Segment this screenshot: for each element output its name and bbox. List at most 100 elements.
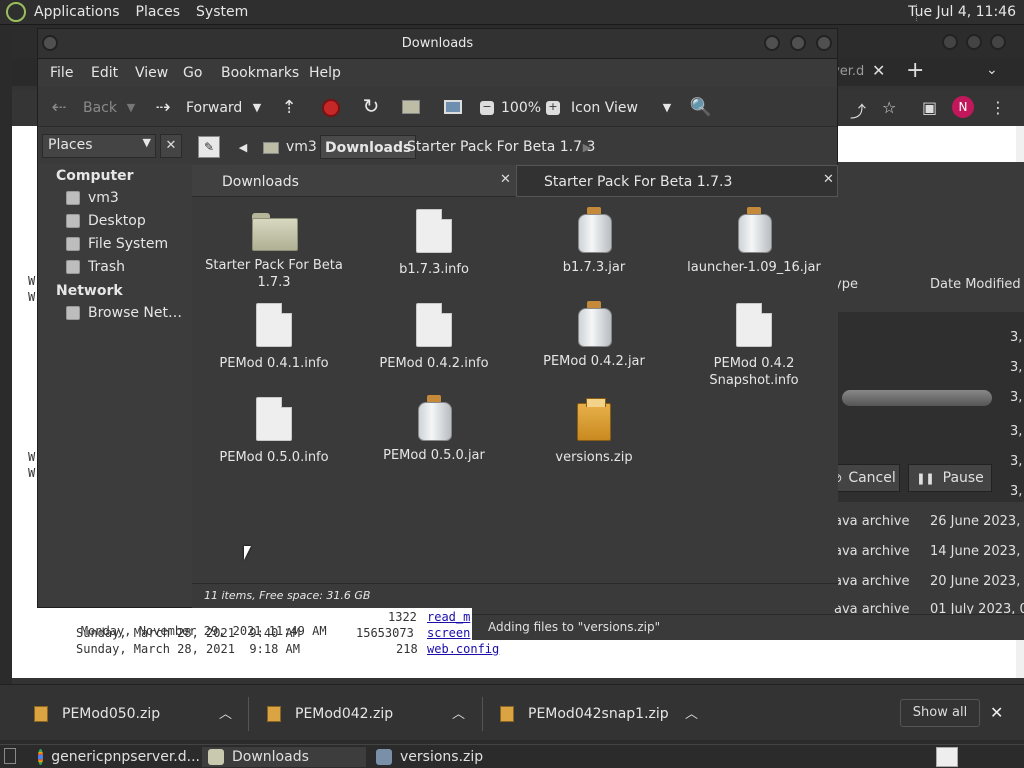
column-date-header[interactable]: Date Modified xyxy=(930,277,1021,292)
applications-menu[interactable]: Applications xyxy=(34,4,120,20)
browser-close-button[interactable] xyxy=(990,34,1006,50)
file-icon xyxy=(416,303,452,347)
forward-button[interactable]: Forward xyxy=(186,100,242,116)
listing-link[interactable]: read_m xyxy=(427,610,470,624)
listing-link[interactable]: web.config xyxy=(427,642,499,656)
taskbar-item-archive[interactable]: versions.zip xyxy=(370,747,534,767)
listing-size: 218 xyxy=(396,642,418,656)
view-mode-chevron-icon[interactable]: ▼ xyxy=(656,96,678,118)
menu-view[interactable]: View xyxy=(135,65,168,81)
share-icon[interactable]: ⤴ xyxy=(850,98,866,122)
file-icon xyxy=(736,303,772,347)
up-arrow-icon[interactable]: ⇡ xyxy=(278,96,300,118)
forward-history-chevron-icon[interactable]: ▼ xyxy=(246,96,268,118)
download-item[interactable]: PEMod042.zip xyxy=(267,699,393,729)
file-item[interactable]: PEMod 0.4.2.jar xyxy=(514,301,674,370)
menu-edit[interactable]: Edit xyxy=(91,65,118,81)
show-all-button[interactable]: Show all xyxy=(900,699,980,727)
taskbar-item-browser[interactable]: genericpnpserver.d... xyxy=(32,747,200,767)
fm-minimize-button[interactable] xyxy=(764,35,780,51)
file-manager-window: Downloads File Edit View Go Bookmarks He… xyxy=(37,28,838,608)
file-item[interactable]: Starter Pack For Beta 1.7.3 xyxy=(194,209,354,291)
sidebar-close-icon[interactable]: ✕ xyxy=(160,134,182,158)
back-button[interactable]: Back xyxy=(83,100,117,116)
sidebar-item-file-system[interactable]: File System xyxy=(66,234,168,254)
home-icon[interactable] xyxy=(400,96,422,118)
browser-maximize-button[interactable] xyxy=(966,34,982,50)
download-item[interactable]: PEMod042snap1.zip xyxy=(500,699,669,729)
menu-bookmarks[interactable]: Bookmarks xyxy=(221,65,299,81)
folder-icon xyxy=(252,213,298,251)
taskbar: genericpnpserver.d... Downloads versions… xyxy=(0,744,1024,768)
page-fragment-text: W xyxy=(28,274,36,288)
download-options-chevron-icon[interactable]: ︿ xyxy=(219,703,232,722)
tab-search-chevron-icon[interactable]: ⌄ xyxy=(986,62,998,78)
download-item[interactable]: PEMod050.zip xyxy=(34,699,160,729)
forward-arrow-icon[interactable]: ⇢ xyxy=(152,96,174,118)
cancel-button[interactable]: ⊘Cancel xyxy=(828,464,900,492)
view-mode-select[interactable]: Icon View xyxy=(571,100,638,116)
menu-help[interactable]: Help xyxy=(309,65,341,81)
menu-file[interactable]: File xyxy=(50,65,73,81)
taskbar-item-downloads[interactable]: Downloads xyxy=(202,747,366,767)
stop-icon[interactable] xyxy=(320,97,342,119)
file-item[interactable]: PEMod 0.4.2 Snapshot.info xyxy=(674,303,834,389)
back-history-chevron-icon[interactable]: ▼ xyxy=(120,96,142,118)
profile-avatar[interactable]: N xyxy=(952,96,974,118)
workspace-switcher[interactable] xyxy=(936,747,958,767)
reload-icon[interactable]: ↻ xyxy=(360,94,382,118)
file-item[interactable]: PEMod 0.4.2.info xyxy=(354,303,514,372)
file-item[interactable]: launcher-1.09_16.jar xyxy=(674,207,834,276)
file-item[interactable]: b1.7.3.jar xyxy=(514,207,674,276)
bookmark-star-icon[interactable]: ☆ xyxy=(882,98,896,117)
computer-icon[interactable] xyxy=(442,96,464,118)
file-item[interactable]: PEMod 0.4.1.info xyxy=(194,303,354,372)
fm-window-title: Downloads xyxy=(401,36,474,51)
browser-tab-close-icon[interactable]: ✕ xyxy=(872,61,885,80)
download-options-chevron-icon[interactable]: ︿ xyxy=(452,703,465,722)
breadcrumb-downloads[interactable]: Downloads xyxy=(320,135,417,159)
zip-icon xyxy=(577,398,611,441)
download-options-chevron-icon[interactable]: ︿ xyxy=(685,703,698,722)
new-tab-icon[interactable]: + xyxy=(906,58,924,83)
system-menu[interactable]: System xyxy=(196,4,248,20)
file-item[interactable]: PEMod 0.5.0.info xyxy=(194,397,354,466)
sidebar-item-desktop[interactable]: Desktop xyxy=(66,211,146,231)
file-item[interactable]: versions.zip xyxy=(514,398,674,466)
fm-close-button[interactable] xyxy=(816,35,832,51)
search-icon[interactable]: 🔍 xyxy=(690,96,712,118)
back-arrow-icon[interactable]: ⇠ xyxy=(48,96,70,118)
zoom-out-icon[interactable]: − xyxy=(476,97,498,119)
tab-downloads-label: Downloads xyxy=(222,174,299,190)
sidebar-item-trash[interactable]: Trash xyxy=(66,257,125,277)
tab-downloads-close-icon[interactable]: ✕ xyxy=(500,172,511,187)
distro-logo-icon[interactable] xyxy=(6,2,26,22)
sidebar-places-select[interactable]: Places ▼ xyxy=(42,134,156,158)
breadcrumb-starter-pack[interactable]: Starter Pack For Beta 1.7.3 xyxy=(407,135,595,159)
show-desktop-icon[interactable] xyxy=(4,748,16,764)
clock[interactable]: Tue Jul 4, 11:46 xyxy=(908,4,1016,20)
places-chevron-icon: ▼ xyxy=(142,136,151,149)
browser-menu-icon[interactable]: ⋮ xyxy=(990,98,1006,117)
archive-icon xyxy=(376,749,392,765)
side-panel-icon[interactable]: ▣ xyxy=(922,98,937,117)
menu-go[interactable]: Go xyxy=(183,65,202,81)
edit-location-icon[interactable]: ✎ xyxy=(198,136,220,158)
sidebar-item-vm3[interactable]: vm3 xyxy=(66,188,119,208)
fm-maximize-button[interactable] xyxy=(790,35,806,51)
zoom-in-icon[interactable]: + xyxy=(542,97,564,119)
listing-size: 1322 xyxy=(388,610,417,624)
sidebar-item-browse-network[interactable]: Browse Net… xyxy=(66,303,182,323)
tab-starter-pack-close-icon[interactable]: ✕ xyxy=(823,172,834,187)
file-item[interactable]: b1.7.3.info xyxy=(354,209,514,278)
pause-button[interactable]: ❚❚ Pause xyxy=(908,464,992,492)
places-menu[interactable]: Places xyxy=(136,4,181,20)
icon-view: Starter Pack For Beta 1.7.3 b1.7.3.info … xyxy=(192,197,838,583)
breadcrumb-vm3[interactable]: vm3 xyxy=(286,135,317,159)
breadcrumb-left-icon[interactable]: ◀ xyxy=(232,136,254,158)
browser-minimize-button[interactable] xyxy=(942,34,958,50)
listing-link[interactable]: screen xyxy=(427,626,470,640)
file-item[interactable]: PEMod 0.5.0.jar xyxy=(354,395,514,464)
shelf-close-icon[interactable]: ✕ xyxy=(990,703,1003,722)
breadcrumb-right-icon[interactable]: ▶ xyxy=(576,136,598,158)
